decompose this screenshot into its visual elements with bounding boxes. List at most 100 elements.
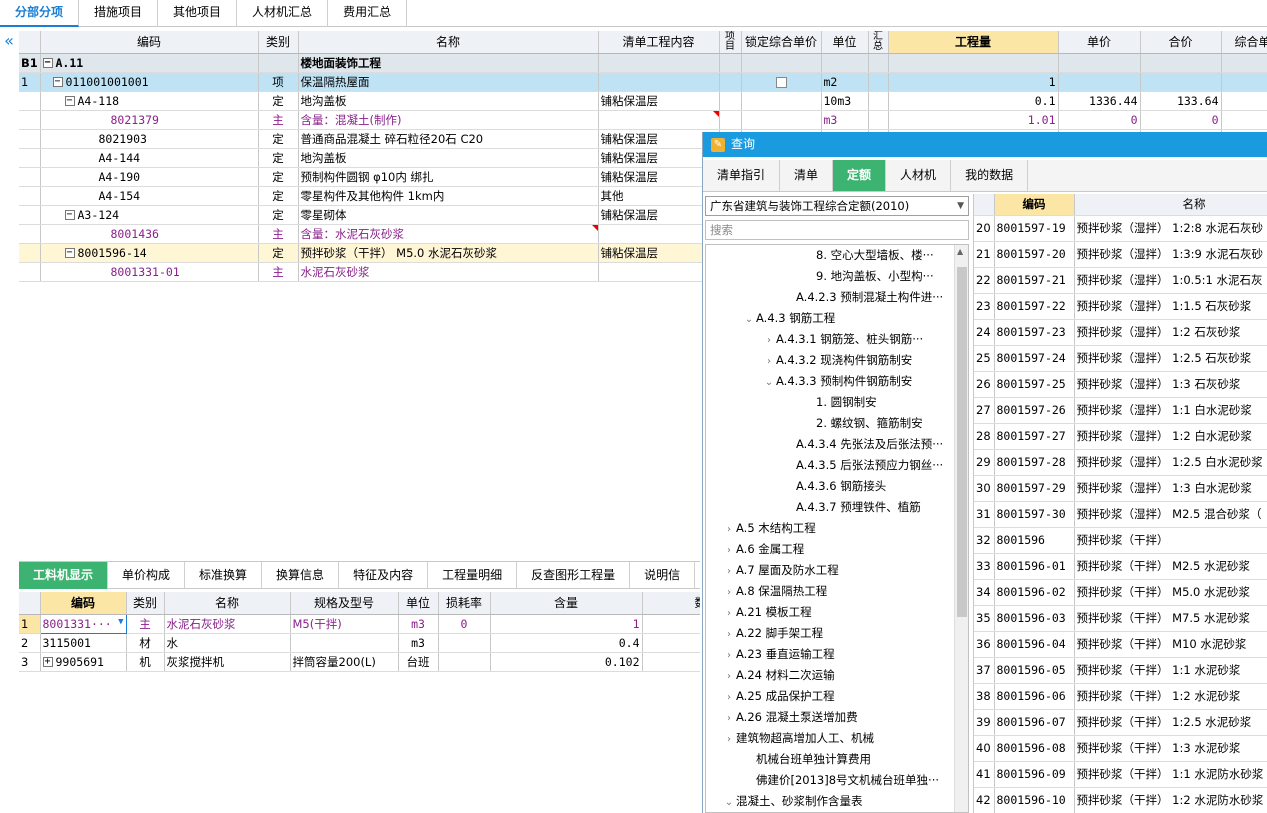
row-content[interactable]	[598, 110, 720, 130]
header-code[interactable]: 编码	[40, 592, 127, 615]
tree-node[interactable]: › A.6 金属工程	[706, 539, 968, 560]
row-name[interactable]: 水泥石灰砂浆	[164, 614, 291, 634]
row-content[interactable]: 铺粘保温层	[598, 243, 720, 263]
tab-qita[interactable]: 其他项目	[158, 0, 238, 27]
dialog-tab-mydata[interactable]: 我的数据	[951, 160, 1029, 191]
row-qty[interactable]: 0.1	[888, 91, 1059, 111]
header-loss[interactable]: 损耗率	[438, 592, 491, 615]
table-row[interactable]: 3 +9905691 机 灰浆搅拌机 拌筒容量200(L) 台班 0.102	[19, 652, 700, 672]
row-unit[interactable]: 10m3	[821, 91, 869, 111]
row-name[interactable]: 含量：混凝土(制作)	[298, 110, 599, 130]
result-row[interactable]: 32 8001596 预拌砂浆（干拌）	[974, 527, 1267, 554]
tree-node[interactable]: A.4.3.5 后张法预应力钢丝···	[706, 455, 968, 476]
tree-node[interactable]: A.4.3.7 预埋铁件、植筋	[706, 497, 968, 518]
row-name[interactable]: 灰浆搅拌机	[164, 652, 291, 672]
table-row[interactable]: − A4-118 定 地沟盖板 铺粘保温层 10m3 0.1 1336.44 13…	[19, 91, 1267, 111]
search-input[interactable]: 搜索	[705, 220, 969, 240]
header-type[interactable]: 类别	[126, 592, 165, 615]
result-row[interactable]: 36 8001596-04 预拌砂浆（干拌） M10 水泥砂浆	[974, 631, 1267, 658]
tree-node[interactable]: › A.26 混凝土泵送增加费	[706, 707, 968, 728]
header-spec[interactable]: 规格及型号	[290, 592, 399, 615]
table-row[interactable]: 1 8001331··· ▼ 主 水泥石灰砂浆 M5(干拌) m3 0 1	[19, 613, 700, 634]
header-composite[interactable]: 综合单	[1221, 31, 1267, 54]
tree-node[interactable]: › A.24 材料二次运输	[706, 665, 968, 686]
header-total[interactable]: 合价	[1140, 31, 1222, 54]
result-row[interactable]: 29 8001597-28 预拌砂浆（湿拌） 1:2.5 白水泥砂浆	[974, 449, 1267, 476]
row-content[interactable]	[598, 53, 720, 73]
tab-danjia[interactable]: 单价构成	[108, 562, 186, 589]
header-price[interactable]: 单价	[1058, 31, 1141, 54]
header-type[interactable]: 类别	[258, 31, 299, 54]
row-unit[interactable]: 台班	[398, 652, 439, 672]
tree-node[interactable]: › A.7 屋面及防水工程	[706, 560, 968, 581]
header-unit[interactable]: 单位	[398, 592, 439, 615]
chevron-down-icon[interactable]: ⌄	[722, 792, 736, 812]
row-loss[interactable]: 0	[438, 614, 491, 634]
header-count[interactable]: 数	[642, 592, 700, 615]
lock-price-checkbox[interactable]	[741, 72, 822, 92]
row-spec[interactable]: M5(干拌)	[290, 614, 399, 634]
row-unit[interactable]: m3	[398, 614, 439, 634]
row-unit[interactable]: m3	[821, 110, 869, 130]
tab-cuoshi[interactable]: 措施项目	[79, 0, 159, 27]
row-qty[interactable]: 1	[888, 72, 1059, 92]
result-row[interactable]: 37 8001596-05 预拌砂浆（干拌） 1:1 水泥砂浆	[974, 657, 1267, 684]
row-unit[interactable]: m2	[821, 72, 869, 92]
scrollbar-thumb[interactable]	[957, 267, 967, 617]
result-row[interactable]: 38 8001596-06 预拌砂浆（干拌） 1:2 水泥砂浆	[974, 683, 1267, 710]
header-quantity[interactable]: 工程量	[888, 31, 1059, 54]
row-amount[interactable]: 0.4	[490, 633, 643, 653]
row-content[interactable]: 铺粘保温层	[598, 91, 720, 111]
result-row[interactable]: 28 8001597-27 预拌砂浆（湿拌） 1:2 白水泥砂浆	[974, 423, 1267, 450]
dialog-title-bar[interactable]: ✎ 查询	[703, 132, 1267, 157]
result-row[interactable]: 39 8001596-07 预拌砂浆（干拌） 1:2.5 水泥砂浆	[974, 709, 1267, 736]
row-name[interactable]: 普通商品混凝土 碎石粒径20石 C20	[298, 129, 599, 149]
row-name[interactable]: 楼地面装饰工程	[298, 53, 599, 73]
row-content[interactable]: 其他	[598, 186, 720, 206]
row-content[interactable]: 铺粘保温层	[598, 205, 720, 225]
row-code[interactable]: − A3-124	[40, 205, 259, 225]
header-code[interactable]: 编码	[40, 31, 259, 54]
tree-node[interactable]: ⌄ A.4.3 钢筋工程	[706, 308, 968, 329]
chevron-right-icon[interactable]: ›	[722, 540, 736, 560]
table-row[interactable]: 8021379 主 含量：混凝土(制作) m3 1.01 0 0	[19, 110, 1267, 130]
tree-node[interactable]: › A.21 模板工程	[706, 602, 968, 623]
collapse-toggle-icon[interactable]: −	[42, 58, 53, 68]
header-project[interactable]: 项目	[719, 31, 742, 54]
result-row[interactable]: 20 8001597-19 预拌砂浆（湿拌） 1:2:8 水泥石灰砂	[974, 215, 1267, 242]
result-row[interactable]: 31 8001597-30 预拌砂浆（湿拌） M2.5 混合砂浆（	[974, 501, 1267, 528]
chevron-right-icon[interactable]: ›	[722, 582, 736, 602]
tree-node[interactable]: › A.22 脚手架工程	[706, 623, 968, 644]
tree-node[interactable]: 1. 圆钢制安	[706, 392, 968, 413]
result-row[interactable]: 26 8001597-25 预拌砂浆（湿拌） 1:3 石灰砂浆	[974, 371, 1267, 398]
chevron-right-icon[interactable]: ›	[722, 645, 736, 665]
chevron-right-icon[interactable]: ›	[762, 330, 776, 350]
header-amount[interactable]: 含量	[490, 592, 643, 615]
tab-gongchengliang[interactable]: 工程量明细	[428, 562, 518, 589]
header-code[interactable]: 编码	[994, 194, 1075, 216]
row-code[interactable]: 3115001	[40, 633, 127, 653]
tree-node[interactable]: › A.4.3.1 钢筋笼、桩头钢筋···	[706, 329, 968, 350]
row-content[interactable]	[598, 262, 720, 282]
chevron-right-icon[interactable]: ›	[722, 708, 736, 728]
row-content[interactable]	[598, 72, 720, 92]
row-name[interactable]: 零星构件及其他构件 1km内	[298, 186, 599, 206]
row-content[interactable]: 铺粘保温层	[598, 129, 720, 149]
row-code[interactable]: − A4-118	[40, 91, 259, 111]
result-row[interactable]: 34 8001596-02 预拌砂浆（干拌） M5.0 水泥砂浆	[974, 579, 1267, 606]
collapse-toggle-icon[interactable]: −	[64, 210, 75, 220]
row-code[interactable]: A4-154	[40, 186, 259, 206]
row-name[interactable]: 预制构件圆钢 φ10内 绑扎	[298, 167, 599, 187]
scroll-up-icon[interactable]: ▲	[957, 247, 963, 256]
row-amount[interactable]: 0.102	[490, 652, 643, 672]
tab-fenbu[interactable]: 分部分项	[0, 0, 80, 27]
result-row[interactable]: 35 8001596-03 预拌砂浆（干拌） M7.5 水泥砂浆	[974, 605, 1267, 632]
tab-biaozhun[interactable]: 标准换算	[185, 562, 263, 589]
row-code[interactable]: A4-144	[40, 148, 259, 168]
tree-node[interactable]: 8. 空心大型墙板、楼···	[706, 245, 968, 266]
row-code[interactable]: − A.11	[40, 53, 259, 73]
tab-rencaiji[interactable]: 人材机汇总	[237, 0, 329, 27]
header-name[interactable]: 名称	[1074, 194, 1267, 216]
row-code[interactable]: +9905691	[40, 652, 127, 672]
chevron-down-icon[interactable]: ▼	[957, 197, 964, 215]
